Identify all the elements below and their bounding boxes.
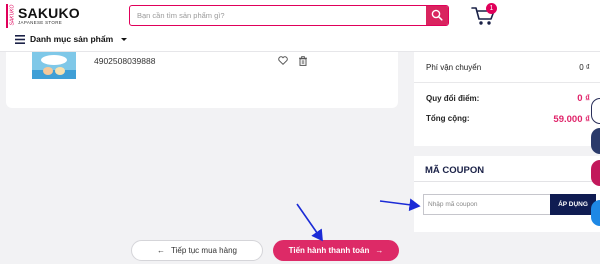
floating-contact-icon[interactable]: [591, 98, 600, 124]
product-thumbnail[interactable]: [28, 52, 80, 80]
product-sku: 4902508039888: [94, 56, 156, 66]
summary-divider: [414, 82, 600, 83]
coupon-divider: [414, 181, 600, 182]
logo-side-mark: SAKUKO: [6, 4, 15, 28]
arrow-right-icon: →: [375, 246, 384, 255]
point-exchange-value: 0 ₫: [577, 93, 590, 104]
continue-shopping-button[interactable]: ← Tiếp tục mua hàng: [131, 240, 263, 261]
cart-count-badge: 1: [486, 3, 497, 14]
floating-facebook-icon[interactable]: [591, 128, 600, 154]
category-menu-label: Danh mục sản phẩm: [30, 34, 114, 44]
logo-brand-text: SAKUKO: [18, 5, 80, 21]
continue-shopping-label: Tiếp tục mua hàng: [171, 246, 237, 255]
coupon-card: MÃ COUPON ÁP DỤNG: [414, 156, 600, 232]
trash-icon[interactable]: [298, 56, 308, 66]
chevron-down-icon: [121, 37, 128, 41]
arrow-left-icon: ←: [157, 246, 166, 255]
order-summary: Phí vận chuyển 0 ₫ Quy đổi điểm: 0 ₫ Tổn…: [414, 52, 600, 146]
search-button[interactable]: [426, 6, 448, 25]
coupon-title: MÃ COUPON: [425, 165, 485, 176]
search-input[interactable]: [130, 6, 424, 25]
coupon-code-input[interactable]: [423, 194, 550, 215]
total-label: Tổng cộng:: [426, 114, 470, 123]
point-exchange-label: Quy đổi điểm:: [426, 94, 480, 103]
floating-chat-icon[interactable]: [591, 160, 600, 186]
cart-button[interactable]: 1: [471, 3, 501, 29]
total-value: 59.000 ₫: [553, 114, 590, 125]
floating-messenger-icon[interactable]: [591, 200, 600, 226]
logo-sub-text: JAPANESE STORE: [18, 20, 63, 25]
sakuko-logo[interactable]: SAKUKO SAKUKO JAPANESE STORE: [6, 4, 86, 28]
checkout-button[interactable]: Tiến hành thanh toán →: [273, 240, 399, 261]
site-header: SAKUKO SAKUKO JAPANESE STORE 1 Danh mục …: [0, 0, 600, 52]
annotation-arrow-checkout: [296, 203, 323, 242]
category-menu-toggle[interactable]: Danh mục sản phẩm: [15, 32, 128, 46]
checkout-label: Tiến hành thanh toán: [288, 246, 370, 255]
heart-icon[interactable]: [278, 56, 288, 65]
search-icon: [431, 9, 443, 21]
shipping-fee-label: Phí vận chuyển: [426, 63, 482, 72]
apply-coupon-button[interactable]: ÁP DỤNG: [550, 194, 596, 215]
cart-item-card: 4902508039888: [6, 52, 398, 108]
shipping-fee-value: 0 ₫: [579, 63, 590, 72]
search-bar: [129, 5, 449, 26]
menu-icon: [15, 34, 25, 44]
